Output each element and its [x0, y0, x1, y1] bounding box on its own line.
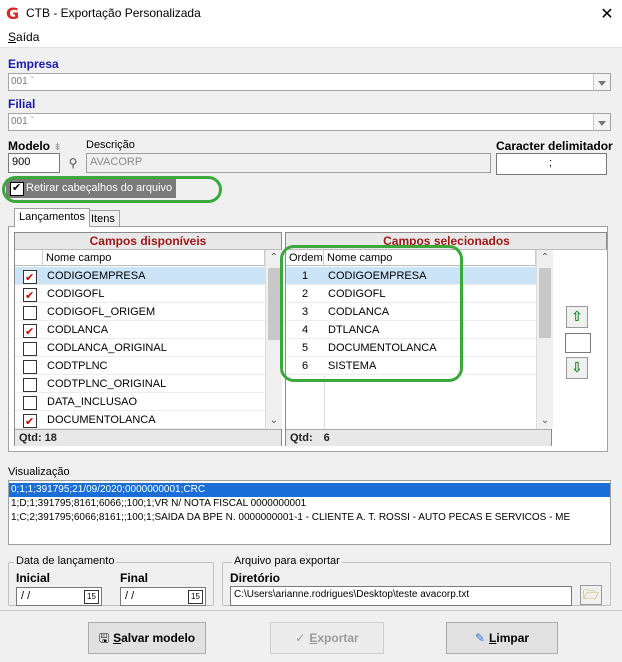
delimitador-label: Caracter delimitador [496, 139, 613, 153]
field-name: CODIGOEMPRESA [47, 270, 146, 282]
checkbox-checked[interactable] [23, 413, 37, 431]
checkbox-checked[interactable] [23, 323, 37, 341]
selecionados-header-extension [552, 232, 607, 249]
move-down-button[interactable]: ⇩ [566, 357, 588, 379]
list-item[interactable]: DOCUMENTOLANCA [15, 411, 265, 431]
folder-icon: 🗁 [582, 588, 600, 603]
checkbox-unchecked[interactable] [23, 396, 37, 410]
data-lancamento-legend: Data de lançamento [14, 555, 117, 567]
empresa-combo[interactable]: 001 ` [8, 73, 611, 91]
field-name: DOCUMENTOLANCA [47, 414, 156, 426]
list-item[interactable]: CODIGOEMPRESA [15, 267, 265, 287]
disponiveis-qtd: 18 [44, 432, 57, 444]
final-label: Final [120, 571, 149, 585]
filial-label: Filial [8, 97, 36, 111]
list-item[interactable]: CODTPLNC_ORIGINAL [15, 375, 265, 393]
col-nome-campo-header: Nome campo [43, 250, 265, 266]
preview-line: 0;1;1;391795;21/09/2020;0000000001;CRC [9, 483, 610, 497]
title-bar: G CTB - Exportação Personalizada ✕ [0, 0, 622, 28]
campos-disponiveis-grid: Campos disponíveis Nome campo CODIGOEMPR… [14, 232, 282, 446]
exportar-button[interactable]: ✓ Exportar [270, 622, 384, 654]
scroll-thumb[interactable] [268, 268, 280, 340]
highlight-oval-selecionados [280, 245, 463, 382]
pin-icon: ⇟ [53, 142, 62, 153]
selecionados-footer: Qtd: 6 [286, 429, 551, 446]
column-divider [324, 376, 325, 429]
list-item[interactable]: CODTPLNC [15, 357, 265, 375]
arquivo-legend: Arquivo para exportar [232, 555, 342, 567]
checkbox-unchecked[interactable] [23, 378, 37, 392]
field-name: DATA_INCLUSAO [47, 396, 138, 408]
visualizacao-box[interactable]: 0;1;1;391795;21/09/2020;0000000001;CRC 1… [8, 480, 611, 545]
arrow-up-icon: ⇧ [571, 309, 583, 325]
checkbox-unchecked[interactable] [23, 360, 37, 374]
close-icon[interactable]: ✕ [596, 3, 618, 25]
arrow-down-icon: ⇩ [571, 360, 583, 376]
campos-disponiveis-title: Campos disponíveis [15, 233, 281, 250]
binoculars-icon[interactable]: ⚲ [64, 153, 82, 173]
field-name: CODIGOFL [47, 288, 105, 300]
checkbox-checked[interactable] [23, 287, 37, 305]
checkmark-icon: ✓ [295, 631, 306, 645]
ordem-input[interactable] [565, 333, 591, 353]
chevron-down-icon[interactable] [593, 74, 610, 90]
list-item[interactable]: CODIGOFL_ORIGEM [15, 303, 265, 321]
scroll-down-icon[interactable]: ⌄ [266, 413, 282, 429]
calendar-icon[interactable]: 15 [188, 590, 203, 604]
highlight-oval-retirar [2, 176, 222, 203]
calendar-icon[interactable]: 15 [84, 590, 99, 604]
col-check-header [15, 250, 43, 266]
eraser-icon: ✎ [474, 631, 486, 645]
diretorio-label: Diretório [230, 571, 281, 585]
empresa-label: Empresa [8, 57, 59, 71]
modelo-input[interactable]: 900 [8, 153, 60, 173]
list-item[interactable]: DATA_INCLUSAO [15, 393, 265, 411]
folder-open-button[interactable]: 🗁 [580, 585, 602, 605]
move-up-button[interactable]: ⇧ [566, 306, 588, 328]
field-name: CODTPLNC [47, 360, 108, 372]
scroll-down-icon[interactable]: ⌄ [537, 413, 553, 429]
filial-combo[interactable]: 001 ` [8, 113, 611, 131]
disponiveis-footer: Qtd: 18 [15, 429, 281, 446]
inicial-date-input[interactable]: / / 15 [16, 587, 102, 606]
descricao-label: Descrição [86, 139, 135, 151]
final-date-input[interactable]: / / 15 [120, 587, 206, 606]
preview-line: 1;D;1;391795;8161;6066;;100;1;VR N/ NOTA… [11, 498, 307, 509]
floppy-disk-icon: 🖫 [98, 631, 110, 645]
list-item[interactable]: CODIGOFL [15, 285, 265, 305]
selecionados-qtd: 6 [323, 432, 330, 444]
window-title: CTB - Exportação Personalizada [26, 6, 201, 20]
field-name: CODLANCA_ORIGINAL [47, 342, 167, 354]
menu-saida[interactable]: Saída [8, 30, 39, 44]
visualizacao-label: Visualização [8, 466, 70, 478]
app-logo-icon: G [6, 4, 20, 23]
menu-bar: Saída [0, 28, 622, 48]
preview-line: 1;C;2;391795;6066;8161;;100;1;SAIDA DA B… [11, 512, 571, 523]
descricao-input[interactable]: AVACORP [86, 153, 491, 173]
list-item[interactable]: CODLANCA [15, 321, 265, 341]
field-name: CODTPLNC_ORIGINAL [47, 378, 167, 390]
salvar-modelo-button[interactable]: 🖫 Salvar modelo [88, 622, 206, 654]
inicial-label: Inicial [16, 571, 51, 585]
diretorio-input[interactable]: C:\Users\arianne.rodrigues\Desktop\teste… [230, 586, 572, 606]
limpar-button[interactable]: ✎ Limpar [446, 622, 558, 654]
checkbox-checked[interactable] [23, 269, 37, 287]
scroll-thumb[interactable] [539, 268, 551, 338]
list-item[interactable]: CODLANCA_ORIGINAL [15, 339, 265, 357]
field-name: CODLANCA [47, 324, 109, 336]
scroll-up-icon[interactable]: ⌃ [537, 250, 553, 266]
chevron-down-icon[interactable] [593, 114, 610, 130]
selecionados-scrollbar[interactable]: ⌃ ⌄ [536, 250, 553, 429]
tab-lancamentos[interactable]: Lançamentos [14, 208, 91, 227]
checkbox-unchecked[interactable] [23, 342, 37, 356]
delimitador-input[interactable]: ; [496, 153, 607, 175]
checkbox-unchecked[interactable] [23, 306, 37, 320]
modelo-label: Modelo ⇟ [8, 139, 62, 153]
tab-itens[interactable]: Itens [86, 210, 120, 227]
field-name: CODIGOFL_ORIGEM [47, 306, 156, 318]
